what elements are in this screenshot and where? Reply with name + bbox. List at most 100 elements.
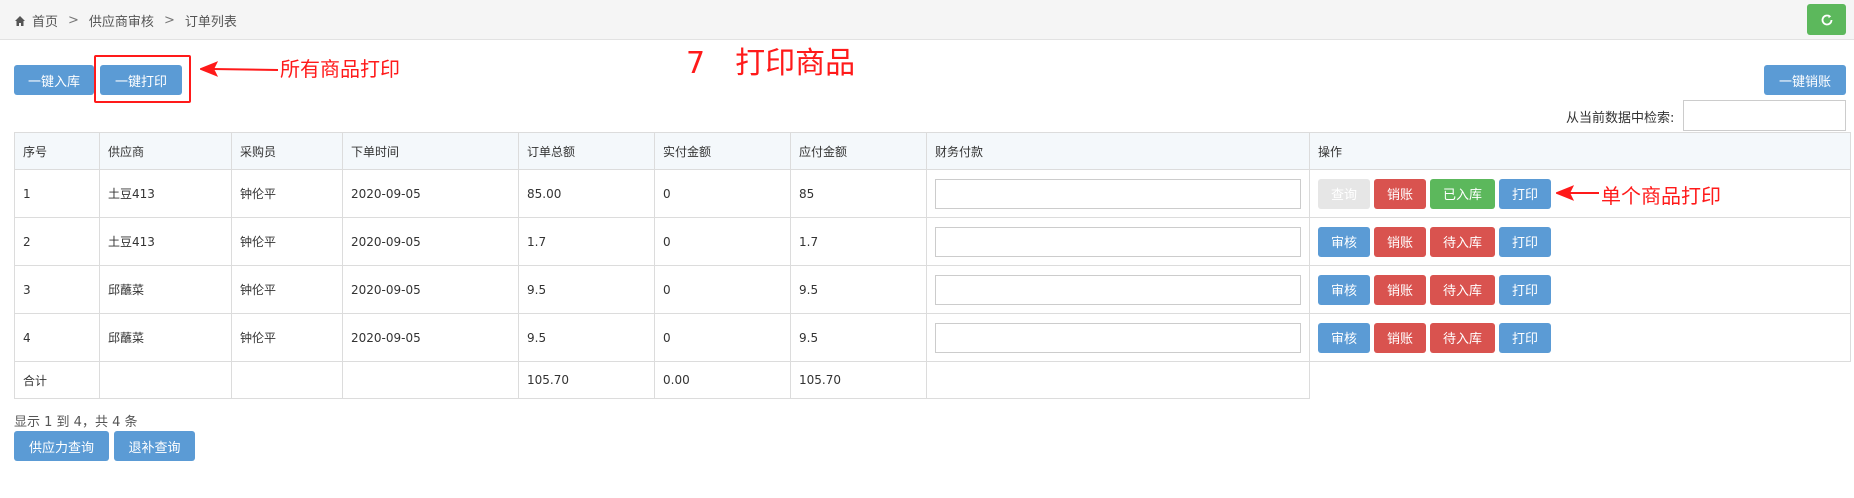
print-button[interactable]: 打印 [1499, 226, 1552, 257]
cell-payable: 9.5 [790, 265, 927, 314]
search-input[interactable] [1683, 100, 1846, 131]
col-header-actions: 操作 [1309, 132, 1851, 170]
cell-payable: 9.5 [790, 313, 927, 362]
row-actions: 审核 销账 待入库 打印 [1318, 322, 1842, 353]
cell-buyer: 钟伦平 [231, 313, 343, 362]
cell-total: 9.5 [518, 265, 655, 314]
cell-date: 2020-09-05 [342, 313, 519, 362]
breadcrumb-order-list: 订单列表 [184, 15, 237, 30]
finance-payment-input[interactable] [935, 322, 1301, 353]
breadcrumb-supplier-review[interactable]: 供应商审核 [89, 11, 154, 30]
row-actions: 审核 销账 待入库 打印 [1318, 274, 1842, 305]
cell-payable: 85 [790, 169, 927, 218]
col-header-no: 序号 [14, 132, 100, 170]
review-button[interactable]: 审核 [1318, 322, 1371, 353]
annotation-highlight-box [94, 55, 191, 103]
total-empty-cell [1309, 361, 1851, 399]
col-header-payable: 应付金额 [790, 132, 927, 170]
cell-no: 2 [14, 217, 100, 266]
supply-query-button[interactable]: 供应力查询 [14, 431, 109, 461]
refresh-icon [1821, 14, 1832, 25]
cell-date: 2020-09-05 [342, 217, 519, 266]
batch-stock-in-button[interactable]: 一键入库 [14, 65, 94, 95]
review-button[interactable]: 审核 [1318, 274, 1371, 305]
cell-paid: 0 [654, 265, 791, 314]
cell-supplier: 土豆413 [99, 169, 232, 218]
batch-writeoff-button[interactable]: 一键销账 [1764, 65, 1846, 95]
order-table: 序号 供应商 采购员 下单时间 订单总额 实付金额 应付金额 财务付款 操作 1… [14, 132, 1851, 399]
cell-buyer: 钟伦平 [231, 217, 343, 266]
table-row: 3 邱蘸菜 钟伦平 2020-09-05 9.5 0 9.5 审核 销账 待入库… [14, 265, 1851, 314]
cell-payable: 1.7 [790, 217, 927, 266]
breadcrumb-bar: 首页 > 供应商审核 > 订单列表 [0, 0, 1854, 40]
col-header-total: 订单总额 [518, 132, 655, 170]
writeoff-button[interactable]: 销账 [1374, 274, 1427, 305]
cell-no: 1 [14, 169, 100, 218]
cell-paid: 0 [654, 313, 791, 362]
cell-finance-payment [926, 169, 1310, 218]
cell-total: 85.00 [518, 169, 655, 218]
col-header-finance-payment: 财务付款 [926, 132, 1310, 170]
cell-total: 1.7 [518, 217, 655, 266]
col-header-buyer: 采购员 [231, 132, 343, 170]
total-paid-amount: 0.00 [654, 361, 791, 399]
col-header-supplier: 供应商 [99, 132, 232, 170]
total-order-amount: 105.70 [518, 361, 655, 399]
print-button[interactable]: 打印 [1499, 178, 1552, 209]
pagination-info: 显示 1 到 4，共 4 条 [14, 415, 138, 430]
cell-buyer: 钟伦平 [231, 169, 343, 218]
search-label: 从当前数据中检索: [1566, 111, 1675, 126]
writeoff-button[interactable]: 销账 [1374, 322, 1427, 353]
table-total-row: 合计 105.70 0.00 105.70 [14, 361, 1851, 399]
breadcrumb-home[interactable]: 首页 [32, 11, 58, 30]
stock-status-button[interactable]: 已入库 [1430, 178, 1496, 209]
finance-payment-input[interactable] [935, 226, 1301, 257]
row-actions: 审核 销账 待入库 打印 [1318, 226, 1842, 257]
stock-status-button[interactable]: 待入库 [1430, 322, 1496, 353]
annotation-step-title: 7 打印商品 [686, 46, 856, 81]
annotation-arrow-left-icon [1556, 185, 1599, 201]
writeoff-button[interactable]: 销账 [1374, 226, 1427, 257]
breadcrumb-separator: > [163, 13, 175, 28]
writeoff-button[interactable]: 销账 [1374, 178, 1427, 209]
refresh-button[interactable] [1807, 4, 1846, 35]
total-empty-cell [231, 361, 343, 399]
query-button[interactable]: 查询 [1318, 178, 1371, 209]
cell-actions: 审核 销账 待入库 打印 [1309, 313, 1851, 362]
home-icon [15, 15, 25, 26]
annotation-all-print: 所有商品打印 [280, 57, 400, 81]
cell-date: 2020-09-05 [342, 265, 519, 314]
annotation-single-print: 单个商品打印 [1601, 184, 1721, 208]
table-row: 2 土豆413 钟伦平 2020-09-05 1.7 0 1.7 审核 销账 待… [14, 217, 1851, 266]
total-empty-cell [342, 361, 519, 399]
finance-payment-input[interactable] [935, 178, 1301, 209]
cell-finance-payment [926, 265, 1310, 314]
total-empty-cell [99, 361, 232, 399]
cell-supplier: 邱蘸菜 [99, 313, 232, 362]
cell-paid: 0 [654, 217, 791, 266]
page: 首页 > 供应商审核 > 订单列表 一键入库 一键打印 所有商品打印 7 打印商… [0, 0, 1854, 498]
total-empty-cell [926, 361, 1310, 399]
cell-date: 2020-09-05 [342, 169, 519, 218]
print-button[interactable]: 打印 [1499, 322, 1552, 353]
breadcrumb-separator: > [68, 13, 79, 28]
breadcrumb: 首页 > 供应商审核 > 订单列表 [14, 11, 237, 30]
cell-finance-payment [926, 217, 1310, 266]
stock-status-button[interactable]: 待入库 [1430, 274, 1496, 305]
table-row: 4 邱蘸菜 钟伦平 2020-09-05 9.5 0 9.5 审核 销账 待入库… [14, 313, 1851, 362]
cell-supplier: 土豆413 [99, 217, 232, 266]
col-header-date: 下单时间 [342, 132, 519, 170]
cell-actions: 审核 销账 待入库 打印 [1309, 265, 1851, 314]
finance-payment-input[interactable] [935, 274, 1301, 305]
review-button[interactable]: 审核 [1318, 226, 1371, 257]
col-header-paid: 实付金额 [654, 132, 791, 170]
refund-query-button[interactable]: 退补查询 [114, 431, 195, 461]
print-button[interactable]: 打印 [1499, 274, 1552, 305]
cell-paid: 0 [654, 169, 791, 218]
cell-buyer: 钟伦平 [231, 265, 343, 314]
total-payable-amount: 105.70 [790, 361, 927, 399]
cell-no: 4 [14, 313, 100, 362]
annotation-arrow-left-icon [200, 61, 279, 77]
table-header-row: 序号 供应商 采购员 下单时间 订单总额 实付金额 应付金额 财务付款 操作 [14, 132, 1851, 170]
stock-status-button[interactable]: 待入库 [1430, 226, 1496, 257]
